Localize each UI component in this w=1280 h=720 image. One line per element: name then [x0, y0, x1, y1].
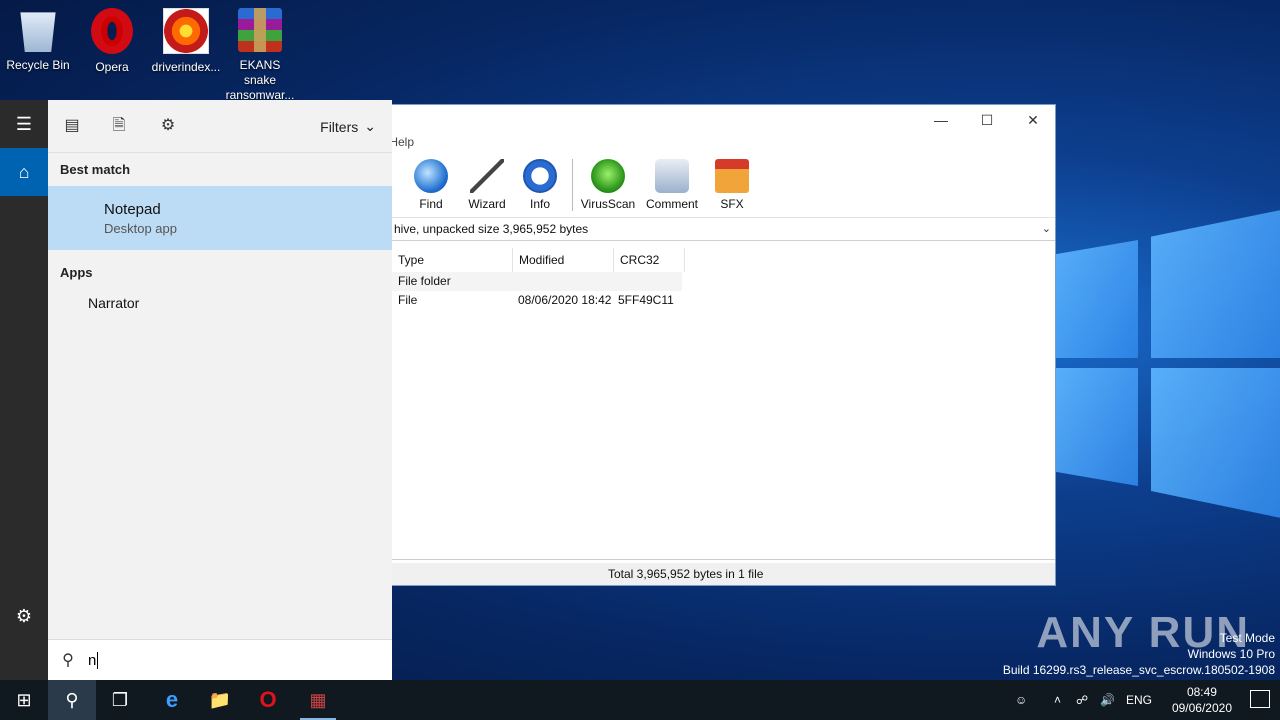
- toolbar-separator: [572, 159, 573, 211]
- column-crc32[interactable]: CRC32: [614, 248, 685, 272]
- info-label: Info: [529, 197, 550, 211]
- start-button-windows-icon[interactable]: ⊞: [0, 680, 48, 720]
- cell-type: File: [398, 293, 418, 307]
- find-label: Find: [419, 197, 443, 211]
- search-icon: ⚲: [62, 652, 74, 669]
- hamburger-menu-icon[interactable]: ☰: [0, 100, 48, 148]
- sfx-label: SFX: [720, 197, 744, 211]
- start-left-rail: ☰ ⌂ ⚙: [0, 100, 48, 680]
- info-button[interactable]: Info: [522, 159, 558, 211]
- desktop-icon-label: driverindex...: [151, 60, 221, 74]
- recycle-bin-icon: [20, 12, 56, 52]
- taskbar: ⊞ ⚲ ❐ e 📁 O ▦ ☺ ˄ ☍ 🔊 ENG 08:49 09/06/20…: [0, 680, 1280, 720]
- people-icon[interactable]: ☺: [1015, 680, 1027, 720]
- clock-date: 09/06/2020: [1171, 701, 1232, 715]
- language-indicator[interactable]: ENG: [1126, 680, 1152, 720]
- wand-icon: [470, 159, 504, 193]
- opera-icon: [91, 8, 133, 54]
- cell-modified: 08/06/2020 18:42: [518, 293, 612, 307]
- minimize-button[interactable]: —: [925, 109, 957, 131]
- image-file-icon: [163, 8, 209, 54]
- path-text: hive, unpacked size 3,965,952 bytes: [394, 222, 589, 236]
- chevron-down-icon: ⌄: [364, 118, 376, 134]
- clock-time: 08:49: [1186, 685, 1217, 699]
- search-text: n: [88, 651, 99, 669]
- maximize-button[interactable]: ☐: [971, 109, 1003, 131]
- best-match-heading: Best match: [60, 162, 131, 177]
- edge-icon[interactable]: e: [148, 680, 196, 720]
- file-explorer-icon[interactable]: 📁: [196, 680, 244, 720]
- test-mode-text: Test Mode Windows 10 Pro Build 16299.rs3…: [1003, 630, 1275, 678]
- volume-icon[interactable]: 🔊: [1100, 680, 1115, 720]
- status-bar: Total 3,965,952 bytes in 1 file: [392, 563, 1055, 585]
- info-icon: [523, 159, 557, 193]
- desktop-icon-label: EKANS snake ransomwar...: [225, 58, 295, 102]
- comment-button[interactable]: Comment: [644, 159, 700, 211]
- table-row[interactable]: File 08/06/2020 18:42 5FF49C11: [392, 291, 1055, 310]
- ekans-desktop-icon[interactable]: EKANS snake ransomwar...: [222, 6, 298, 103]
- settings-gear-icon[interactable]: ⚙: [0, 592, 48, 640]
- virusscan-button[interactable]: VirusScan: [580, 159, 636, 211]
- column-type[interactable]: Type: [392, 248, 513, 272]
- test-mode-line: Windows 10 Pro: [1187, 647, 1275, 661]
- filters-button[interactable]: Filters ⌄: [320, 118, 376, 135]
- comment-icon: [655, 159, 689, 193]
- opera-taskbar-icon[interactable]: O: [244, 680, 292, 720]
- driverindex-desktop-icon[interactable]: driverindex...: [148, 6, 224, 75]
- chevron-up-icon[interactable]: ˄: [1054, 680, 1061, 720]
- test-mode-line: Build 16299.rs3_release_svc_escrow.18050…: [1002, 663, 1275, 677]
- apps-heading: Apps: [60, 265, 93, 280]
- menu-bar: Help: [389, 135, 1055, 153]
- filters-label: Filters: [320, 118, 359, 135]
- toolbar: Find Wizard Info VirusScan Comment SFX: [392, 153, 1055, 218]
- virusscan-label: VirusScan: [580, 197, 636, 211]
- best-match-notepad[interactable]: Notepad Desktop app: [48, 186, 392, 250]
- wizard-label: Wizard: [468, 197, 506, 211]
- home-icon[interactable]: ⌂: [0, 148, 48, 196]
- result-subtitle: Desktop app: [104, 220, 177, 236]
- cell-modified: [512, 272, 612, 291]
- close-button[interactable]: ✕: [1017, 109, 1049, 131]
- recycle-bin-desktop-icon[interactable]: Recycle Bin: [0, 6, 76, 73]
- cell-crc: 5FF49C11: [618, 293, 674, 307]
- documents-filter-icon[interactable]: 🗎: [109, 116, 129, 136]
- status-text: Total 3,965,952 bytes in 1 file: [608, 567, 764, 581]
- table-row[interactable]: File folder: [392, 272, 682, 291]
- cell-crc: [612, 272, 682, 291]
- winrar-window: — ☐ ✕ Help Find Wizard Info VirusScan Co…: [389, 104, 1056, 586]
- path-bar[interactable]: hive, unpacked size 3,965,952 bytes ⌄: [392, 218, 1055, 241]
- winrar-taskbar-icon[interactable]: ▦: [294, 680, 342, 720]
- file-list[interactable]: Type Modified CRC32 File folder File 08/…: [392, 248, 1055, 560]
- search-topbar: ▤ 🗎 ⚙ Filters ⌄: [48, 100, 392, 153]
- column-modified[interactable]: Modified: [513, 248, 614, 272]
- settings-filter-icon[interactable]: ⚙: [158, 116, 178, 136]
- find-button[interactable]: Find: [412, 159, 450, 211]
- wizard-button[interactable]: Wizard: [466, 159, 508, 211]
- desktop-icon-label: Opera: [95, 60, 129, 74]
- magnifier-icon: [414, 159, 448, 193]
- winrar-archive-icon: [238, 8, 282, 52]
- search-panel: ▤ 🗎 ⚙ Filters ⌄ Best match Notepad Deskt…: [48, 100, 392, 680]
- test-mode-line: Test Mode: [1219, 631, 1275, 645]
- app-result-narrator[interactable]: Narrator: [48, 289, 392, 317]
- search-input[interactable]: ⚲ n: [48, 639, 392, 680]
- apps-filter-icon[interactable]: ▤: [62, 116, 82, 136]
- comment-label: Comment: [645, 197, 698, 211]
- opera-desktop-icon[interactable]: Opera: [74, 6, 150, 75]
- search-taskbar-icon[interactable]: ⚲: [48, 680, 96, 720]
- bug-icon: [591, 159, 625, 193]
- task-view-icon[interactable]: ❐: [96, 680, 144, 720]
- clock[interactable]: 08:49 09/06/2020: [1172, 684, 1232, 716]
- chevron-down-icon[interactable]: ⌄: [1042, 218, 1051, 240]
- result-name: Notepad: [104, 200, 161, 218]
- network-icon[interactable]: ☍: [1076, 680, 1088, 720]
- list-header: Type Modified CRC32: [392, 248, 1055, 272]
- sfx-box-icon: [715, 159, 749, 193]
- action-center-icon[interactable]: [1250, 690, 1270, 708]
- cell-type: File folder: [398, 274, 451, 288]
- sfx-button[interactable]: SFX: [712, 159, 752, 211]
- windows-logo-wallpaper: [1056, 200, 1280, 530]
- title-bar: — ☐ ✕: [392, 105, 1055, 135]
- desktop-icon-label: Recycle Bin: [6, 58, 70, 72]
